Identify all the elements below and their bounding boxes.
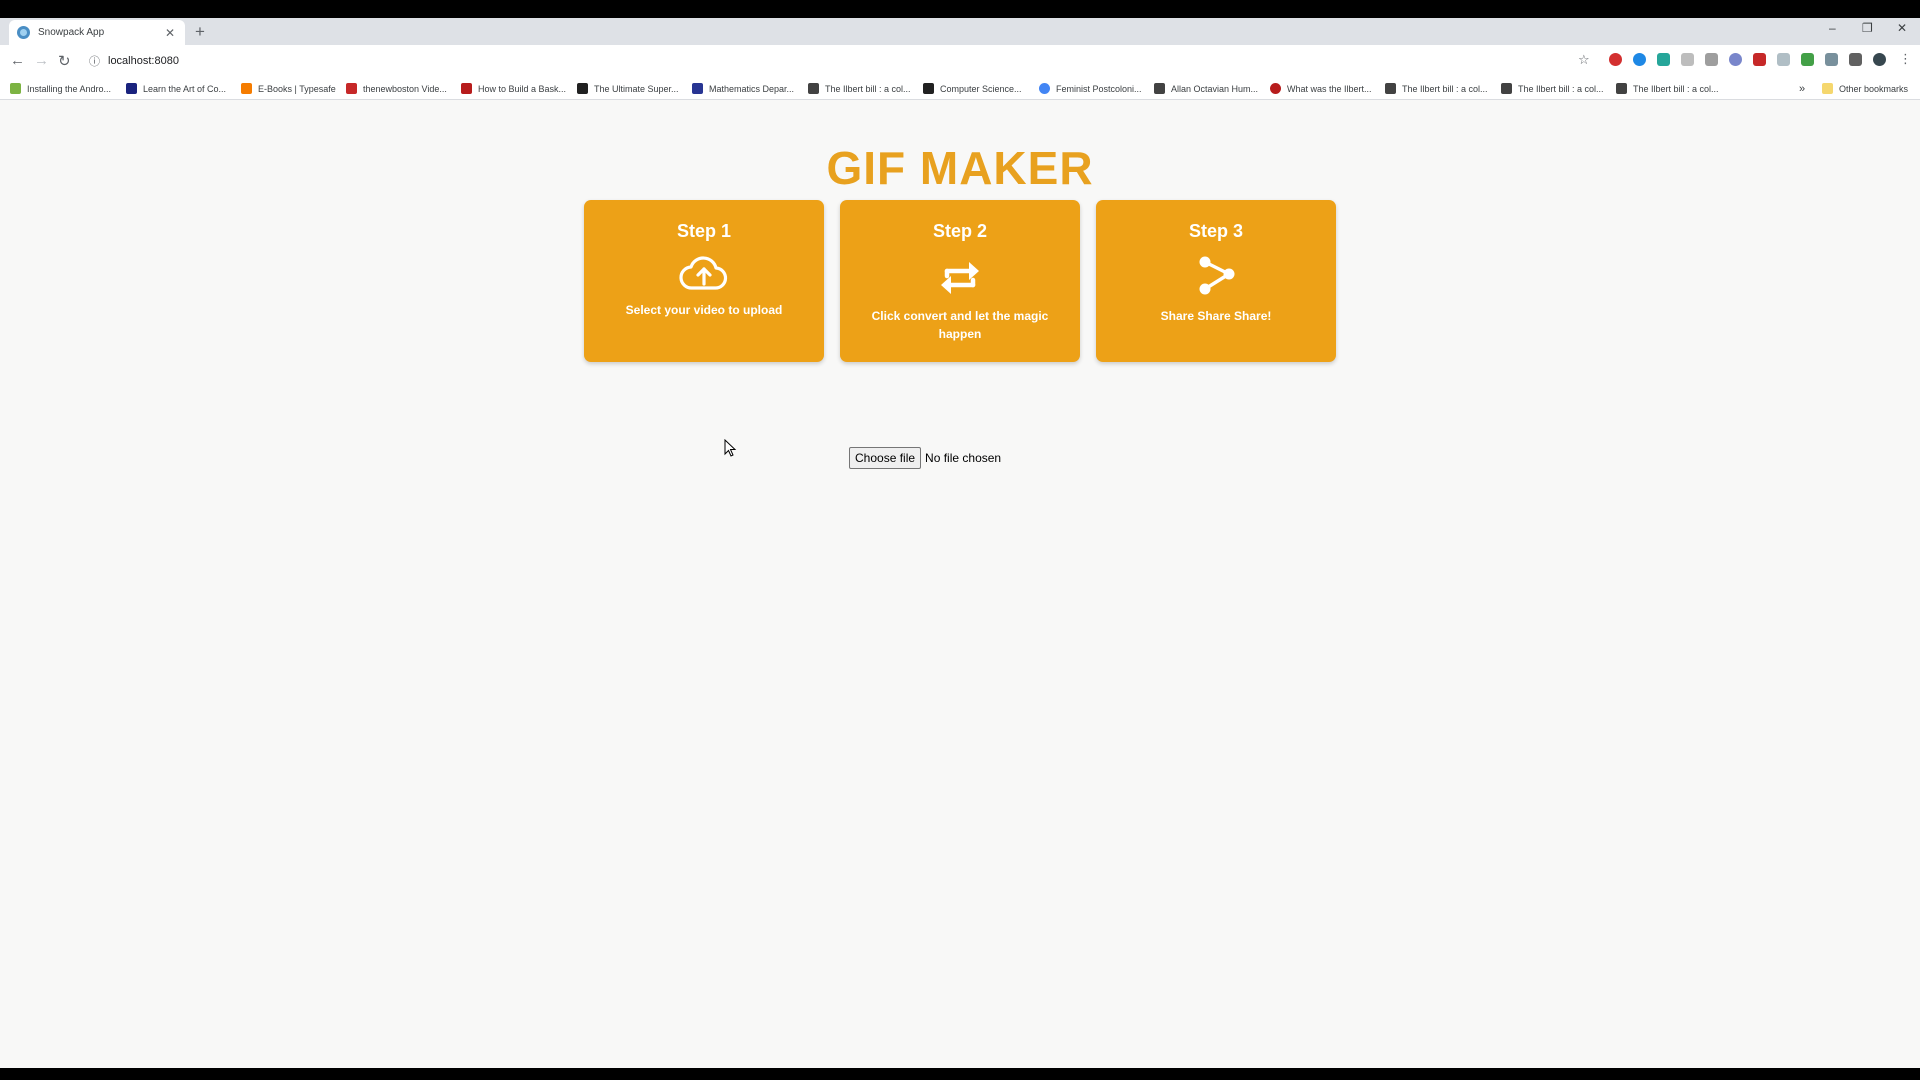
share-icon [1199, 256, 1235, 295]
forward-arrow-icon[interactable]: → [34, 52, 49, 69]
red-extension-icon[interactable] [1753, 53, 1766, 66]
tab-strip: Snowpack App ✕ + – ❐ ✕ [0, 18, 1920, 45]
bookmark-favicon-icon [1501, 83, 1512, 94]
bookmark-item[interactable]: Allan Octavian Hum... [1154, 81, 1258, 96]
bookmark-favicon-icon [923, 83, 934, 94]
keyboard-extension-icon[interactable] [1825, 53, 1838, 66]
bookmark-label: Learn the Art of Co... [143, 83, 227, 94]
file-input[interactable]: Choose file No file chosen [849, 446, 1001, 469]
step-card-2: Step 2 Click convert and let the magic h… [840, 200, 1080, 362]
grey-extension-icon[interactable] [1681, 53, 1694, 66]
bookmark-favicon-icon [461, 83, 472, 94]
mouse-cursor-icon [724, 439, 737, 457]
address-url[interactable]: localhost:8080 [108, 55, 179, 67]
snowpack-favicon-icon [17, 26, 30, 39]
bookmark-label: The Ilbert bill : a col... [1633, 83, 1719, 94]
browser-window: Snowpack App ✕ + – ❐ ✕ ← → ↻ ⓘ localhost… [0, 18, 1920, 1068]
bookmark-label: The Ultimate Super... [594, 83, 679, 94]
other-bookmarks-label: Other bookmarks [1839, 83, 1909, 94]
opera-extension-icon[interactable] [1609, 53, 1622, 66]
bookmark-label: The Ilbert bill : a col... [1402, 83, 1488, 94]
bookmark-label: Computer Science... [940, 83, 1022, 94]
puzzle-extension-icon[interactable] [1705, 53, 1718, 66]
menu-kebab-icon[interactable]: ⋮ [1899, 51, 1912, 67]
new-tab-button[interactable]: + [195, 22, 205, 42]
bookmark-favicon-icon [577, 83, 588, 94]
bookmark-favicon-icon [346, 83, 357, 94]
bookmark-favicon-icon [1616, 83, 1627, 94]
bookmark-label: Allan Octavian Hum... [1171, 83, 1259, 94]
bookmark-item[interactable]: Computer Science... [923, 81, 1022, 96]
bookmarks-bar: Installing the Andro... Learn the Art of… [0, 77, 1920, 100]
file-status-text: No file chosen [925, 450, 1002, 465]
bookmark-item[interactable]: Learn the Art of Co... [126, 81, 226, 96]
bookmark-label: The Ilbert bill : a col... [1518, 83, 1604, 94]
page-title: GIF MAKER [826, 142, 1094, 194]
step-title: Step 3 [1188, 221, 1244, 241]
bookmark-favicon-icon [10, 83, 21, 94]
step-description: Click convert and let the magic happen [871, 309, 1049, 341]
bookmark-item[interactable]: The Ultimate Super... [577, 81, 679, 96]
other-bookmarks-folder[interactable]: Other bookmarks [1822, 81, 1908, 96]
bookmark-item[interactable]: Feminist Postcoloni... [1039, 81, 1142, 96]
bookmark-item[interactable]: What was the Ilbert... [1270, 81, 1372, 96]
bookmark-star-icon[interactable]: ☆ [1578, 52, 1590, 68]
step-title: Step 2 [932, 221, 988, 241]
bookmark-favicon-icon [808, 83, 819, 94]
bookmark-label: Feminist Postcoloni... [1056, 83, 1142, 94]
blue-extension-icon[interactable] [1729, 53, 1742, 66]
bookmark-label: E-Books | Typesafe [258, 83, 336, 94]
pen-extension-icon[interactable] [1801, 53, 1814, 66]
tab-title: Snowpack App [38, 27, 105, 38]
bookmark-item[interactable]: thenewboston Vide... [346, 81, 447, 96]
bookmark-item[interactable]: Installing the Andro... [10, 81, 111, 96]
minimize-button[interactable]: – [1829, 21, 1836, 35]
badge-extension-icon[interactable] [1777, 53, 1790, 66]
close-window-button[interactable]: ✕ [1897, 21, 1907, 35]
folder-icon [1822, 83, 1833, 94]
bookmark-item[interactable]: The Ilbert bill : a col... [1616, 81, 1719, 96]
site-info-icon[interactable]: ⓘ [89, 53, 100, 69]
step-description: Share Share Share! [1160, 309, 1272, 323]
bookmark-item[interactable]: The Ilbert bill : a col... [1501, 81, 1604, 96]
convert-arrows-icon [941, 262, 979, 294]
bookmark-favicon-icon [241, 83, 252, 94]
bookmark-item[interactable]: How to Build a Bask... [461, 81, 566, 96]
restore-button[interactable]: ❐ [1862, 21, 1873, 35]
reload-icon[interactable]: ↻ [58, 52, 71, 70]
step-description: Select your video to upload [625, 303, 783, 317]
bookmark-item[interactable]: The Ilbert bill : a col... [808, 81, 911, 96]
cloud-upload-icon [679, 256, 728, 290]
bookmark-label: The Ilbert bill : a col... [825, 83, 911, 94]
bookmark-label: How to Build a Bask... [478, 83, 567, 94]
extensions-puzzle-icon[interactable] [1849, 53, 1862, 66]
bookmark-favicon-icon [692, 83, 703, 94]
bookmark-item[interactable]: Mathematics Depar... [692, 81, 794, 96]
bookmark-label: Installing the Andro... [27, 83, 112, 94]
page-content: GIF MAKER Step 1 Select your video to up… [0, 100, 1920, 1068]
bookmarks-overflow-button[interactable]: » [1799, 81, 1805, 96]
step-title: Step 1 [676, 221, 732, 241]
choose-file-button[interactable]: Choose file [849, 446, 922, 469]
bookmark-favicon-icon [1270, 83, 1281, 94]
color-extension-icon[interactable] [1633, 53, 1646, 66]
green-extension-icon[interactable] [1657, 53, 1670, 66]
bookmark-item[interactable]: E-Books | Typesafe [241, 81, 336, 96]
step-card-1: Step 1 Select your video to upload [584, 200, 824, 362]
profile-avatar-icon[interactable] [1873, 53, 1886, 66]
bookmark-label: Mathematics Depar... [709, 83, 795, 94]
step-card-3: Step 3 Share Share Share! [1096, 200, 1336, 362]
browser-toolbar: ← → ↻ ⓘ localhost:8080 ☆ ⋮ [0, 45, 1920, 77]
bookmark-item[interactable]: The Ilbert bill : a col... [1385, 81, 1488, 96]
bookmark-label: What was the Ilbert... [1287, 83, 1372, 94]
tab-close-icon[interactable]: ✕ [163, 26, 177, 40]
bookmark-favicon-icon [1385, 83, 1396, 94]
bookmark-favicon-icon [1154, 83, 1165, 94]
address-bar[interactable]: ⓘ localhost:8080 [83, 49, 1593, 73]
bookmark-label: thenewboston Vide... [363, 83, 447, 94]
back-arrow-icon[interactable]: ← [10, 52, 25, 69]
bookmark-favicon-icon [1039, 83, 1050, 94]
bookmark-favicon-icon [126, 83, 137, 94]
browser-tab[interactable]: Snowpack App ✕ [9, 20, 185, 45]
